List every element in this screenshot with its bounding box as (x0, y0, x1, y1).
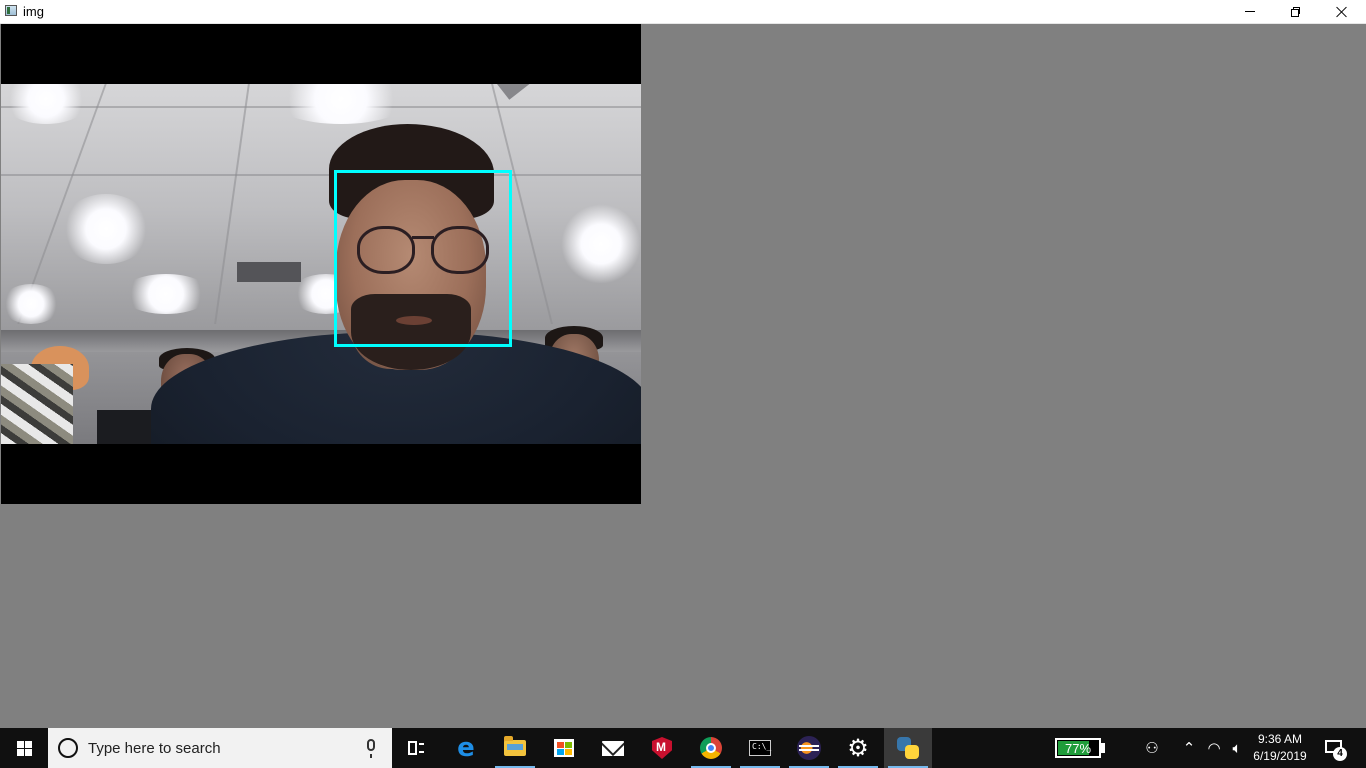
restore-icon (1291, 6, 1301, 17)
clock-date: 6/19/2019 (1253, 749, 1307, 763)
window-title: img (23, 4, 44, 19)
chevron-up-icon[interactable]: ⌃ (1177, 736, 1201, 760)
minimize-button[interactable] (1227, 0, 1273, 23)
windows-logo-icon (16, 740, 32, 756)
edge-icon: e (457, 733, 475, 763)
battery-tip (1101, 743, 1105, 753)
title-bar[interactable]: img (0, 0, 1366, 24)
mail-icon (602, 740, 624, 756)
start-button[interactable] (0, 728, 48, 768)
action-center-button[interactable]: 4 (1320, 728, 1366, 768)
opencv-window: img (0, 0, 1366, 728)
edge-button[interactable]: e (442, 728, 490, 768)
microphone-icon[interactable] (367, 739, 375, 758)
eclipse-button[interactable] (785, 728, 833, 768)
face-detection-box (334, 170, 512, 347)
battery-indicator[interactable]: 77% (1055, 738, 1101, 758)
webcam-image (1, 84, 641, 444)
command-prompt-button[interactable]: C:\_ (736, 728, 784, 768)
battery-percent: 77% (1064, 741, 1092, 756)
volume-icon[interactable]: 🔈︎ (1225, 736, 1249, 760)
terminal-icon: C:\_ (749, 740, 771, 756)
notification-count-badge: 4 (1333, 747, 1347, 761)
python-icon (897, 737, 919, 759)
python-button[interactable] (884, 728, 932, 768)
task-view-button[interactable] (392, 728, 440, 768)
wifi-icon[interactable]: ◠ (1202, 736, 1226, 760)
clock-time: 9:36 AM (1257, 732, 1303, 746)
close-icon (1336, 6, 1348, 18)
store-icon (554, 739, 574, 757)
app-window-icon (5, 5, 17, 16)
folder-icon (504, 736, 526, 756)
task-view-icon (408, 741, 424, 755)
eclipse-icon (797, 736, 821, 760)
mcafee-shield-icon (652, 737, 672, 759)
gear-icon: ⚙ (847, 734, 869, 762)
search-box[interactable]: Type here to search (48, 728, 392, 768)
chrome-button[interactable] (687, 728, 735, 768)
minimize-icon (1245, 11, 1255, 12)
cortana-icon (58, 738, 78, 758)
clock[interactable]: 9:36 AM 6/19/2019 (1248, 731, 1312, 765)
settings-button[interactable]: ⚙ (834, 728, 882, 768)
restore-button[interactable] (1273, 0, 1319, 23)
mail-button[interactable] (589, 728, 637, 768)
camera-frame (1, 24, 641, 504)
store-button[interactable] (540, 728, 588, 768)
taskbar: Type here to search e C:\_ ⚙ 77% ⚇ ⌃ ◠ 🔈… (0, 728, 1366, 768)
mcafee-button[interactable] (638, 728, 686, 768)
search-input[interactable]: Type here to search (88, 740, 221, 757)
people-icon[interactable]: ⚇ (1140, 736, 1164, 760)
close-button[interactable] (1319, 0, 1365, 23)
chrome-icon (700, 737, 722, 759)
file-explorer-button[interactable] (491, 728, 539, 768)
